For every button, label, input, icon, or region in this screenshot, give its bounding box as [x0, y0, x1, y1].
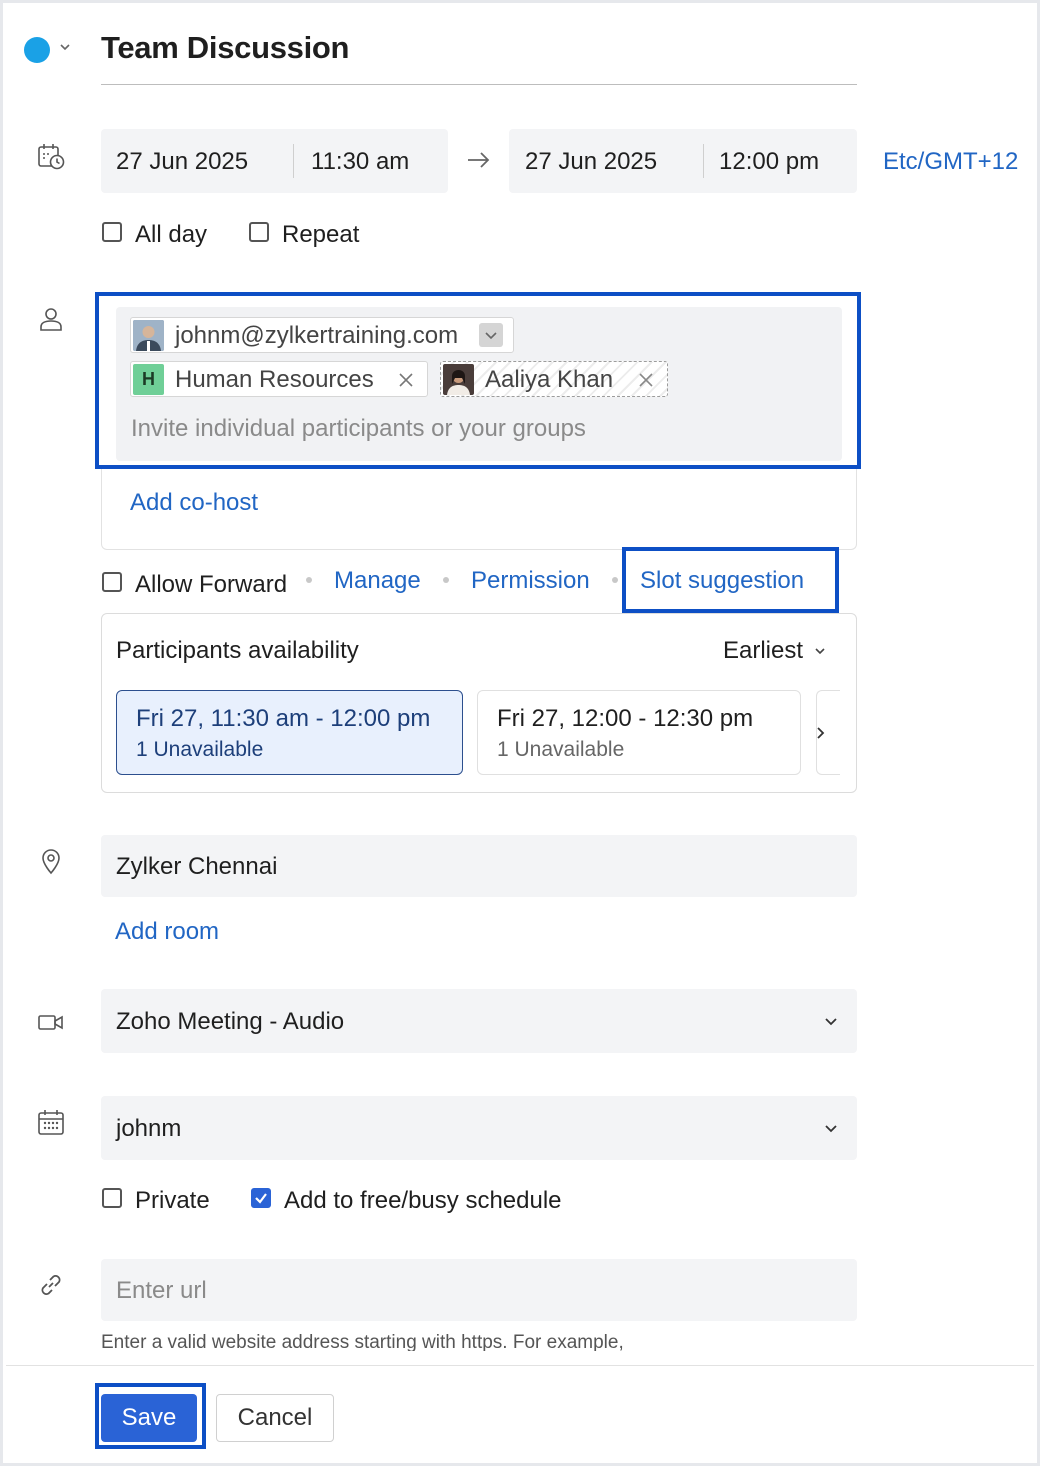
- slot-status: 1 Unavailable: [136, 738, 264, 761]
- repeat-label: Repeat: [282, 221, 360, 248]
- slot-suggestion-highlight-frame: [622, 547, 839, 613]
- end-time[interactable]: 12:00 pm: [719, 148, 819, 176]
- calendar-icon: [38, 1110, 64, 1135]
- manage-link[interactable]: Manage: [334, 567, 421, 595]
- sort-dropdown[interactable]: Earliest: [723, 637, 803, 665]
- chevron-down-icon[interactable]: [58, 40, 72, 54]
- all-day-label: All day: [135, 221, 208, 248]
- url-placeholder: Enter url: [116, 1277, 207, 1304]
- location-value: Zylker Chennai: [116, 853, 278, 880]
- start-time[interactable]: 11:30 am: [311, 148, 409, 176]
- chevron-down-icon[interactable]: [813, 644, 827, 658]
- allow-forward-checkbox[interactable]: [102, 572, 122, 592]
- chevron-right-icon[interactable]: [812, 724, 828, 742]
- private-label: Private: [135, 1187, 210, 1214]
- divider: [703, 144, 704, 178]
- checkmark-icon: [255, 1193, 267, 1204]
- timezone-link[interactable]: Etc/GMT+12: [883, 148, 1018, 176]
- arrow-right-icon: [468, 152, 490, 168]
- chevron-down-icon[interactable]: [823, 1120, 839, 1136]
- start-date[interactable]: 27 Jun 2025: [116, 148, 248, 176]
- private-checkbox[interactable]: [102, 1188, 122, 1208]
- permission-link[interactable]: Permission: [471, 567, 590, 595]
- add-room-link[interactable]: Add room: [115, 918, 219, 946]
- slot-card-selected[interactable]: Fri 27, 11:30 am - 12:00 pm 1 Unavailabl…: [116, 690, 463, 775]
- divider: [293, 144, 294, 178]
- participants-highlight-frame: [95, 292, 861, 469]
- title-underline: [101, 84, 857, 85]
- freebusy-label: Add to free/busy schedule: [284, 1187, 562, 1214]
- allow-forward-label: Allow Forward: [135, 571, 288, 598]
- calendar-value: johnm: [116, 1115, 182, 1142]
- calendar-select[interactable]: [101, 1096, 857, 1160]
- location-pin-icon: [42, 849, 60, 875]
- freebusy-checkbox[interactable]: [251, 1188, 271, 1208]
- all-day-checkbox[interactable]: [102, 222, 122, 242]
- calendar-clock-icon: [38, 144, 65, 170]
- availability-heading: Participants availability: [116, 637, 359, 664]
- chevron-down-icon[interactable]: [823, 1013, 839, 1029]
- event-title[interactable]: Team Discussion: [101, 30, 349, 66]
- url-input[interactable]: [101, 1259, 857, 1321]
- end-date[interactable]: 27 Jun 2025: [525, 148, 657, 176]
- repeat-checkbox[interactable]: [249, 222, 269, 242]
- link-icon: [41, 1275, 61, 1295]
- slot-status: 1 Unavailable: [497, 738, 625, 761]
- separator-dot: [306, 577, 312, 583]
- slot-card[interactable]: Fri 27, 12:00 - 12:30 pm 1 Unavailable: [477, 690, 801, 775]
- cancel-button[interactable]: Cancel: [216, 1394, 334, 1442]
- footer-divider: [6, 1365, 1034, 1366]
- add-cohost-link[interactable]: Add co-host: [130, 489, 258, 517]
- url-hint: Enter a valid website address starting w…: [101, 1332, 624, 1351]
- slot-time: Fri 27, 11:30 am - 12:00 pm: [136, 705, 431, 732]
- separator-dot: [443, 577, 449, 583]
- event-color-picker[interactable]: [24, 37, 50, 63]
- slot-time: Fri 27, 12:00 - 12:30 pm: [497, 705, 754, 732]
- separator-dot: [612, 577, 618, 583]
- video-camera-icon: [38, 1015, 63, 1030]
- meeting-type-value: Zoho Meeting - Audio: [116, 1008, 345, 1035]
- save-highlight-frame: [95, 1383, 206, 1449]
- person-icon: [40, 308, 62, 331]
